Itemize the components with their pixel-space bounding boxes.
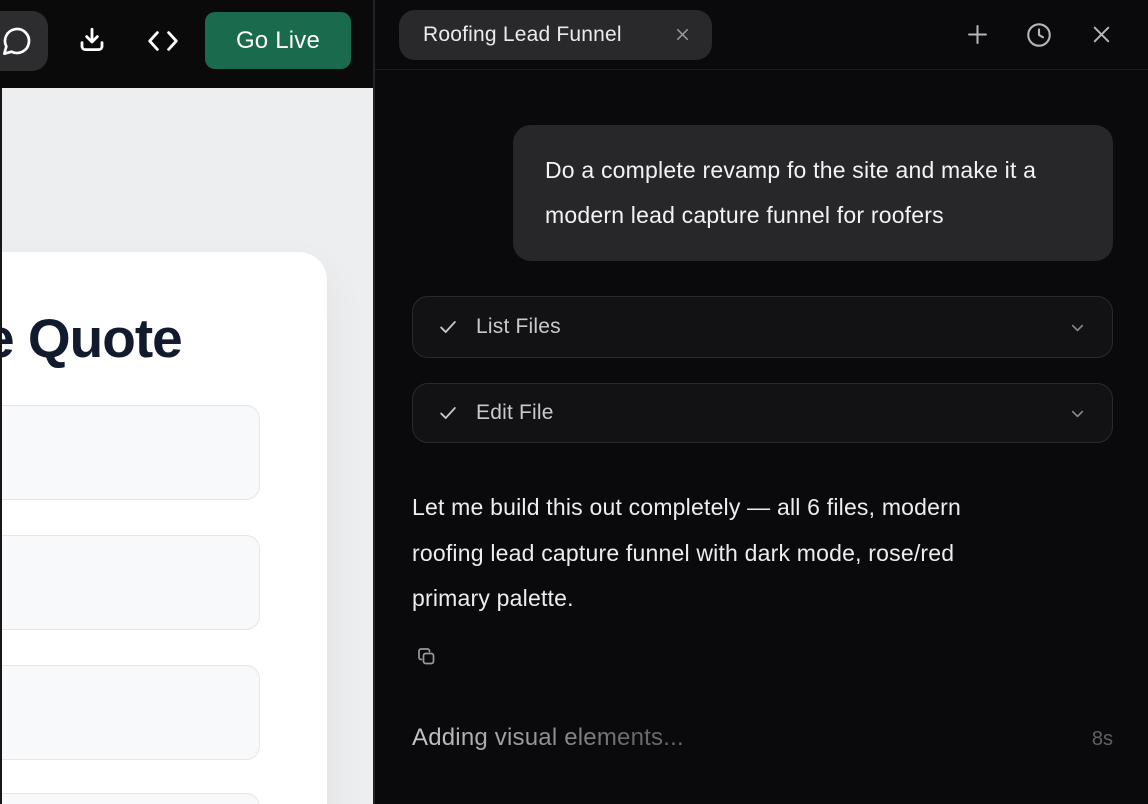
site-preview-region: Go Live e Quote xyxy=(0,0,373,804)
site-preview-canvas: e Quote xyxy=(0,88,373,804)
download-icon xyxy=(76,24,108,56)
chat-conversation: Do a complete revamp fo the site and mak… xyxy=(375,125,1148,752)
chevron-down-icon xyxy=(1067,317,1088,338)
go-live-button[interactable]: Go Live xyxy=(205,12,351,69)
chat-bubble-icon xyxy=(1,25,33,57)
chat-panel-header: Roofing Lead Funnel xyxy=(375,0,1148,70)
check-icon xyxy=(437,316,459,338)
tool-call-list-files[interactable]: List Files xyxy=(412,296,1113,358)
tool-call-edit-file[interactable]: Edit File xyxy=(412,383,1113,443)
generation-status-row: Adding visual elements... 8s xyxy=(412,724,1113,752)
code-view-button[interactable] xyxy=(142,26,184,56)
clock-icon xyxy=(1025,21,1053,49)
download-button[interactable] xyxy=(74,22,110,58)
tab-close-icon[interactable] xyxy=(673,25,692,44)
chat-toggle-button[interactable] xyxy=(0,11,48,71)
chat-panel: Roofing Lead Funnel Do a complete revamp… xyxy=(373,0,1148,804)
chat-tab-title: Roofing Lead Funnel xyxy=(423,22,622,46)
check-icon xyxy=(437,402,459,424)
plus-icon xyxy=(964,21,991,48)
close-panel-button[interactable] xyxy=(1087,21,1115,49)
tool-call-label: List Files xyxy=(476,315,561,338)
tool-call-label: Edit File xyxy=(476,401,554,424)
new-chat-button[interactable] xyxy=(963,21,991,49)
close-icon xyxy=(1089,22,1114,47)
status-text: Adding visual elements... xyxy=(412,723,684,751)
quote-form-field[interactable] xyxy=(2,665,260,760)
copy-message-button[interactable] xyxy=(412,642,442,672)
history-button[interactable] xyxy=(1025,21,1053,49)
quote-form-field[interactable] xyxy=(2,793,260,804)
code-icon xyxy=(144,27,182,55)
chat-tab[interactable]: Roofing Lead Funnel xyxy=(399,9,712,60)
quote-form-field[interactable] xyxy=(2,535,260,630)
quote-heading: e Quote xyxy=(0,307,183,369)
panel-header-actions xyxy=(963,21,1115,49)
editor-topbar: Go Live xyxy=(0,0,373,88)
quote-form-field[interactable] xyxy=(2,405,260,500)
copy-icon xyxy=(415,645,439,669)
status-elapsed-time: 8s xyxy=(1091,727,1113,750)
chevron-down-icon xyxy=(1067,403,1088,424)
assistant-message: Let me build this out completely — all 6… xyxy=(412,494,961,611)
user-message: Do a complete revamp fo the site and mak… xyxy=(513,125,1113,261)
